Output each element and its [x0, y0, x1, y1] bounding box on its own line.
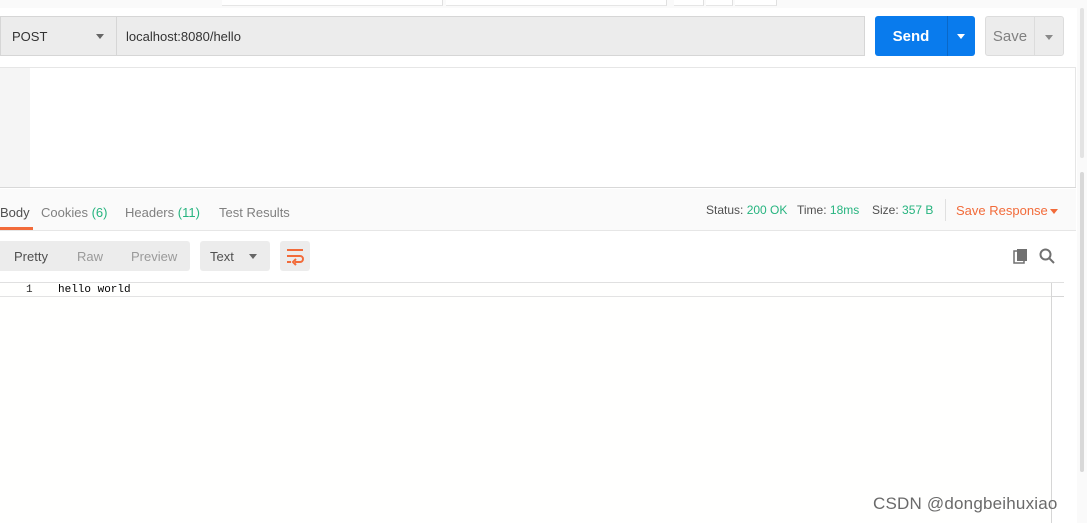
response-body-editor[interactable]: 1 hello world: [0, 282, 1064, 523]
time-label: Time:: [797, 203, 827, 217]
divider: [1075, 68, 1076, 187]
save-options-button[interactable]: [1034, 16, 1064, 56]
tab-label: Body: [0, 205, 30, 220]
page-scrollbar[interactable]: [1077, 0, 1087, 523]
size-readout: Size: 357 B: [872, 203, 933, 217]
chevron-down-icon: [96, 34, 104, 39]
send-button[interactable]: Send: [875, 16, 947, 56]
active-tab-indicator: [0, 227, 33, 230]
response-header-bar: Body Cookies (6) Headers (11) Test Resul…: [0, 189, 1076, 231]
view-mode-group: Pretty Raw Preview: [0, 241, 190, 271]
save-response-button[interactable]: Save Response: [956, 203, 1048, 218]
divider: [945, 199, 946, 221]
top-tab-segment[interactable]: [446, 0, 667, 6]
line-number: 1: [26, 284, 33, 296]
size-value[interactable]: 357 B: [902, 203, 933, 217]
status-label: Status:: [706, 203, 744, 217]
tab-cookies[interactable]: Cookies (6): [41, 205, 107, 220]
time-readout: Time: 18ms: [797, 203, 859, 217]
tab-headers[interactable]: Headers (11): [125, 205, 200, 220]
format-label: Text: [210, 249, 234, 264]
code-line: 1 hello world: [0, 283, 1064, 297]
top-tab-segment[interactable]: [674, 0, 704, 6]
scrollbar-thumb[interactable]: [1080, 172, 1084, 472]
tab-test-results[interactable]: Test Results: [219, 205, 290, 220]
line-content: hello world: [58, 284, 131, 296]
tab-body[interactable]: Body: [0, 205, 30, 220]
scrollbar-thumb[interactable]: [1080, 8, 1084, 158]
method-label: POST: [12, 28, 48, 44]
tab-count-badge: (6): [91, 205, 108, 220]
chevron-down-icon: [249, 254, 257, 259]
send-options-button[interactable]: [947, 16, 975, 56]
method-select[interactable]: POST: [0, 16, 116, 56]
size-label: Size:: [872, 203, 899, 217]
top-tab-strip: [0, 0, 1087, 8]
url-input[interactable]: localhost:8080/hello: [116, 16, 865, 56]
tab-label: Cookies: [41, 205, 88, 220]
tab-count-badge: (11): [177, 205, 200, 220]
watermark: CSDN @dongbeihuxiao: [873, 494, 1058, 513]
url-value: localhost:8080/hello: [126, 28, 241, 44]
tab-label: Headers: [125, 205, 175, 220]
status-readout: Status: 200 OK: [706, 203, 787, 217]
request-editor-gutter: [0, 68, 30, 187]
search-icon[interactable]: [1039, 248, 1055, 264]
save-button[interactable]: Save: [985, 16, 1035, 56]
preview-button[interactable]: Preview: [131, 249, 177, 264]
raw-button[interactable]: Raw: [77, 249, 103, 264]
scrollbar-thumb[interactable]: [1052, 283, 1064, 297]
pretty-button[interactable]: Pretty: [14, 249, 48, 264]
response-scrollbar[interactable]: [1051, 283, 1064, 523]
request-body-editor[interactable]: [0, 67, 1076, 188]
time-value[interactable]: 18ms: [830, 203, 859, 217]
top-tab-segment[interactable]: [222, 0, 443, 6]
chevron-down-icon[interactable]: [1050, 209, 1058, 214]
wrap-lines-icon: [287, 249, 304, 266]
top-tab-segment[interactable]: [706, 0, 733, 6]
status-value[interactable]: 200 OK: [747, 203, 788, 217]
top-tab-segment[interactable]: [735, 0, 777, 6]
wrap-lines-button[interactable]: [280, 241, 310, 271]
format-select[interactable]: Text: [200, 241, 270, 271]
tab-label: Test Results: [219, 205, 290, 220]
copy-icon[interactable]: [1013, 248, 1029, 264]
